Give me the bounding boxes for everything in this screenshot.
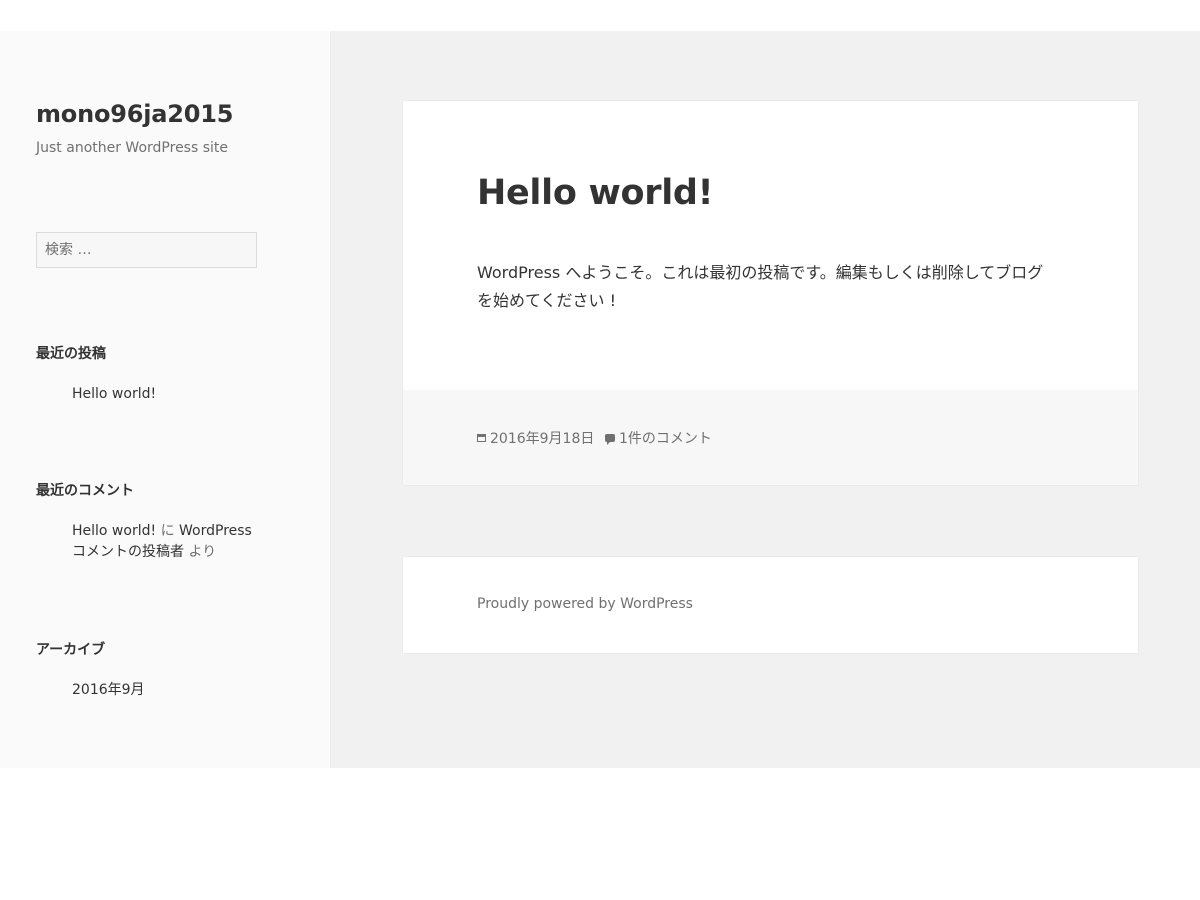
recent-posts-heading: 最近の投稿 [36,346,106,362]
site-title[interactable]: mono96ja2015 [36,100,233,128]
post-comments[interactable]: 1件のコメント [605,428,712,448]
archives-heading: アーカイブ [36,642,106,658]
archive-link[interactable]: 2016年9月 [72,682,145,698]
post-date[interactable]: 2016年9月18日 [477,428,594,448]
comment-suffix: より [188,544,217,560]
recent-comments-heading: 最近のコメント [36,483,134,499]
site-description: Just another WordPress site [36,140,229,156]
recent-post-item[interactable]: Hello world! [72,384,156,405]
recent-comment-item: Hello world! に WordPress コメントの投稿者 より [72,521,252,563]
comment-post-link[interactable]: Hello world! [72,523,156,539]
post-article: Hello world! WordPress へようこそ。これは最初の投稿です。… [403,101,1138,485]
post-title[interactable]: Hello world! [477,173,714,213]
recent-post-link[interactable]: Hello world! [72,386,156,402]
comment-connector: に [160,523,175,539]
site-footer: Proudly powered by WordPress [403,557,1138,653]
post-date-text[interactable]: 2016年9月18日 [490,428,594,448]
calendar-icon [477,434,486,442]
comment-author-link-continued[interactable]: コメントの投稿者 [72,544,184,560]
archive-item[interactable]: 2016年9月 [72,680,145,701]
comment-author-link[interactable]: WordPress [179,523,252,539]
post-comments-text[interactable]: 1件のコメント [619,428,712,448]
footer-credit-link[interactable]: Proudly powered by WordPress [477,596,693,612]
search-input[interactable] [36,232,257,268]
post-meta-footer: 2016年9月18日 1件のコメント [403,390,1138,485]
post-content: WordPress へようこそ。これは最初の投稿です。編集もしくは削除してブログ… [477,263,1044,310]
comment-bubble-icon [605,434,615,445]
